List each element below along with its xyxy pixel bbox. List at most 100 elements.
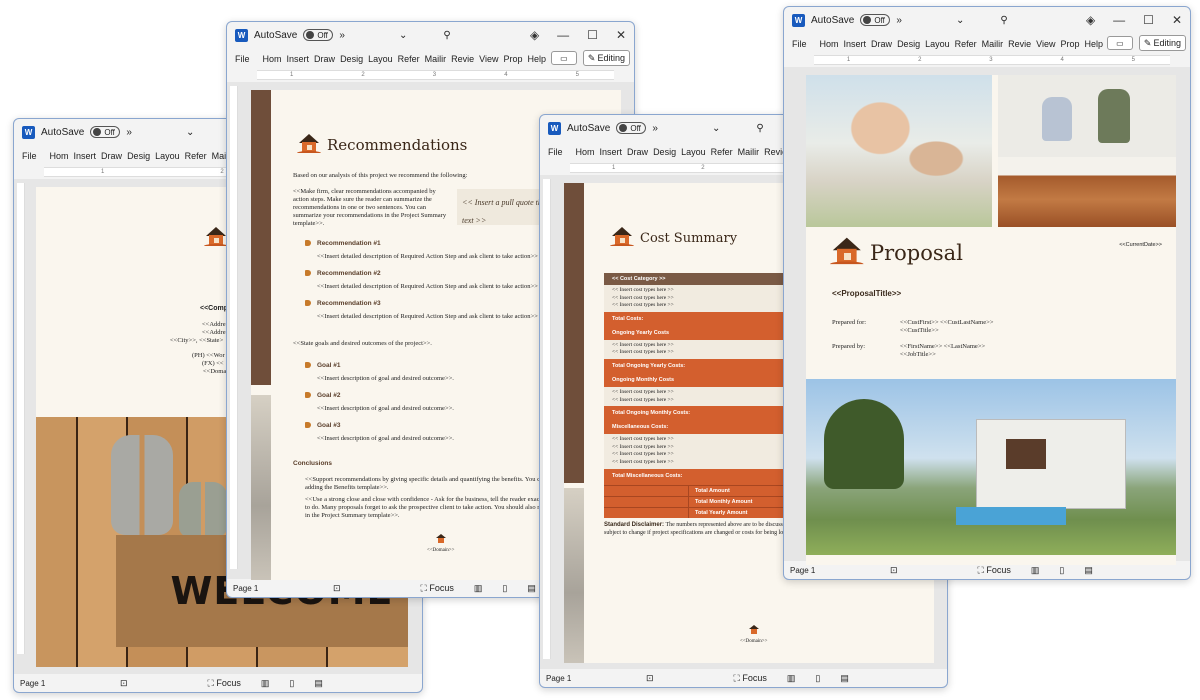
tab-mailings[interactable]: Mailir <box>738 147 760 157</box>
focus-button[interactable]: ⛶ Focus <box>208 678 241 689</box>
search-icon[interactable]: ⚲ <box>1000 15 1007 26</box>
tab-properties[interactable]: Prop <box>1061 39 1080 49</box>
autosave-toggle[interactable]: Off <box>860 14 891 26</box>
tab-insert[interactable]: Insert <box>74 151 97 161</box>
web-layout-icon[interactable]: ▤ <box>1084 565 1093 576</box>
close-button[interactable]: ✕ <box>616 28 626 42</box>
couple-with-keys-photo <box>806 75 992 227</box>
tab-insert[interactable]: Insert <box>287 54 310 64</box>
read-mode-icon[interactable]: ▥ <box>787 673 796 684</box>
tab-file[interactable]: File <box>792 39 807 49</box>
tab-file[interactable]: File <box>22 151 37 161</box>
quick-access-dropdown-icon[interactable]: ⌄ <box>186 127 194 138</box>
editing-mode-button[interactable]: ✎ Editing <box>582 50 630 66</box>
maximize-button[interactable]: ☐ <box>587 28 598 42</box>
web-layout-icon[interactable]: ▤ <box>314 678 323 689</box>
close-button[interactable]: ✕ <box>1172 13 1182 27</box>
tab-mailings[interactable]: Mailir <box>982 39 1004 49</box>
focus-button[interactable]: ⛶ Focus <box>734 673 767 684</box>
footer-house-icon <box>748 625 759 634</box>
read-mode-icon[interactable]: ▥ <box>474 583 483 594</box>
maximize-button[interactable]: ☐ <box>1143 13 1154 27</box>
print-layout-icon[interactable]: ▯ <box>1059 565 1064 576</box>
prepared-for-title: <<CustTitle>> <box>900 327 939 334</box>
tab-review[interactable]: Revie <box>451 54 474 64</box>
web-layout-icon[interactable]: ▤ <box>527 583 536 594</box>
tab-layout[interactable]: Layou <box>368 54 393 64</box>
page-indicator[interactable]: Page 1 <box>233 584 323 593</box>
print-layout-icon[interactable]: ▯ <box>289 678 294 689</box>
read-mode-icon[interactable]: ▥ <box>261 678 270 689</box>
bullet-icon <box>305 392 311 399</box>
premium-icon[interactable]: ◈ <box>1086 13 1095 27</box>
tab-references[interactable]: Refer <box>398 54 420 64</box>
children-rolling-carpet-photo <box>998 75 1176 227</box>
accessibility-icon[interactable]: ⊡ <box>333 583 341 594</box>
accessibility-icon[interactable]: ⊡ <box>646 673 654 684</box>
tab-file[interactable]: File <box>235 54 250 64</box>
tab-layout[interactable]: Layou <box>155 151 180 161</box>
tab-help[interactable]: Help <box>528 54 547 64</box>
quick-access-dropdown-icon[interactable]: ⌄ <box>712 123 720 134</box>
focus-button[interactable]: ⛶ Focus <box>978 565 1011 576</box>
tab-mailings[interactable]: Mailir <box>425 54 447 64</box>
tab-home[interactable]: Hom <box>820 39 839 49</box>
tab-layout[interactable]: Layou <box>681 147 706 157</box>
minimize-button[interactable]: — <box>557 28 569 42</box>
more-commands-icon[interactable]: » <box>896 15 902 26</box>
tab-help[interactable]: Help <box>1085 39 1104 49</box>
quick-access-dropdown-icon[interactable]: ⌄ <box>399 30 407 41</box>
tab-draw[interactable]: Draw <box>101 151 122 161</box>
tab-home[interactable]: Hom <box>263 54 282 64</box>
quick-access-dropdown-icon[interactable]: ⌄ <box>956 15 964 26</box>
tab-file[interactable]: File <box>548 147 563 157</box>
editing-mode-button[interactable]: ✎ Editing <box>1138 35 1186 51</box>
tab-draw[interactable]: Draw <box>314 54 335 64</box>
tab-view[interactable]: View <box>1036 39 1055 49</box>
more-commands-icon[interactable]: » <box>339 30 345 41</box>
tab-references[interactable]: Refer <box>711 147 733 157</box>
tab-draw[interactable]: Draw <box>871 39 892 49</box>
tab-design[interactable]: Desig <box>127 151 150 161</box>
tab-layout[interactable]: Layou <box>925 39 950 49</box>
accessibility-icon[interactable]: ⊡ <box>890 565 898 576</box>
tab-references[interactable]: Refer <box>185 151 207 161</box>
autosave-toggle[interactable]: Off <box>90 126 121 138</box>
web-layout-icon[interactable]: ▤ <box>840 673 849 684</box>
tab-references[interactable]: Refer <box>955 39 977 49</box>
premium-icon[interactable]: ◈ <box>530 28 539 42</box>
tab-design[interactable]: Desig <box>340 54 363 64</box>
tab-insert[interactable]: Insert <box>844 39 867 49</box>
comments-button[interactable]: ▭ <box>550 51 577 65</box>
comments-button[interactable]: ▭ <box>1106 36 1133 50</box>
accessibility-icon[interactable]: ⊡ <box>120 678 128 689</box>
tab-home[interactable]: Hom <box>576 147 595 157</box>
tab-home[interactable]: Hom <box>50 151 69 161</box>
more-commands-icon[interactable]: » <box>126 127 132 138</box>
vertical-ruler[interactable] <box>17 183 25 654</box>
tab-view[interactable]: View <box>479 54 498 64</box>
read-mode-icon[interactable]: ▥ <box>1031 565 1040 576</box>
vertical-ruler[interactable] <box>543 179 551 659</box>
minimize-button[interactable]: — <box>1113 13 1125 27</box>
tab-design[interactable]: Desig <box>653 147 676 157</box>
tab-design[interactable]: Desig <box>897 39 920 49</box>
tab-properties[interactable]: Prop <box>504 54 523 64</box>
print-layout-icon[interactable]: ▯ <box>815 673 820 684</box>
horizontal-ruler[interactable]: 12345 <box>814 55 1170 65</box>
more-commands-icon[interactable]: » <box>652 123 658 134</box>
page-indicator[interactable]: Page 1 <box>790 566 880 575</box>
focus-button[interactable]: ⛶ Focus <box>421 583 454 594</box>
page-indicator[interactable]: Page 1 <box>20 679 110 688</box>
print-layout-icon[interactable]: ▯ <box>502 583 507 594</box>
autosave-toggle[interactable]: Off <box>303 29 334 41</box>
tab-review[interactable]: Revie <box>1008 39 1031 49</box>
tab-draw[interactable]: Draw <box>627 147 648 157</box>
autosave-toggle[interactable]: Off <box>616 122 647 134</box>
vertical-ruler[interactable] <box>230 86 238 569</box>
tab-insert[interactable]: Insert <box>600 147 623 157</box>
page-indicator[interactable]: Page 1 <box>546 674 636 683</box>
horizontal-ruler[interactable]: 12345 <box>257 70 614 80</box>
search-icon[interactable]: ⚲ <box>756 123 763 134</box>
search-icon[interactable]: ⚲ <box>443 30 450 41</box>
